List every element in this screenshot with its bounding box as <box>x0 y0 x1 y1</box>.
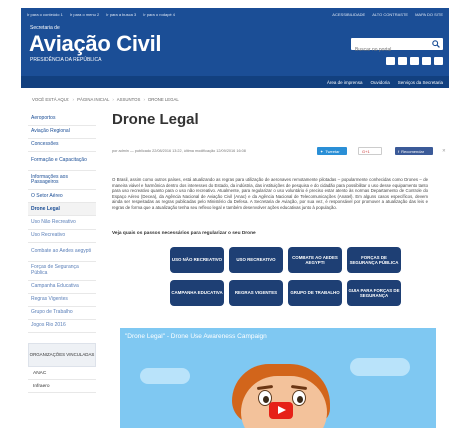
breadcrumb-label: VOCÊ ESTÁ AQUI: <box>32 97 70 102</box>
nav-services[interactable]: Serviços da Secretaria <box>398 80 443 85</box>
accessibility-link[interactable]: ACESSIBILIDADE <box>332 12 365 17</box>
sidebar-item-regional-aviation[interactable]: Aviação Regional <box>28 126 96 140</box>
intro-paragraph: O Brasil, assim como outros países, está… <box>112 177 428 210</box>
steps-heading: Veja quais os passos necessários para re… <box>112 231 256 236</box>
facebook-icon[interactable] <box>410 57 419 65</box>
play-button[interactable] <box>269 402 293 419</box>
tile-working-group[interactable]: GRUPO DE TRABALHO <box>288 280 342 306</box>
search-box <box>351 38 443 56</box>
sidebar-item-rio-2016[interactable]: Jogos Rio 2016 <box>28 320 96 334</box>
search-input[interactable] <box>351 44 423 56</box>
cloud-shape <box>350 358 410 376</box>
facebook-icon: f <box>398 148 400 154</box>
social-icons <box>386 57 443 65</box>
site-title[interactable]: Aviação Civil <box>29 32 162 56</box>
tile-rules[interactable]: REGRAS VIGENTES <box>229 280 283 306</box>
service-nav: Área de imprensa Ouvidoria Serviços da S… <box>21 76 449 88</box>
sidebar-item-training[interactable]: Formação e Capacitação <box>28 152 96 172</box>
sidebar-item-campaign[interactable]: Campanha Educativa <box>28 281 96 294</box>
page: Ir para o conteúdo 1 Ir para o menu 2 Ir… <box>0 0 464 433</box>
video-title[interactable]: "Drone Legal" - Drone Use Awareness Camp… <box>125 333 267 340</box>
sidebar-item-recreational[interactable]: Uso Recreativo <box>28 230 96 243</box>
breadcrumb-home[interactable]: PÁGINA INICIAL <box>77 97 109 102</box>
skip-to-menu-link[interactable]: Ir para o menu 2 <box>70 12 99 17</box>
video-player[interactable]: "Drone Legal" - Drone Use Awareness Camp… <box>120 328 436 428</box>
instagram-icon[interactable] <box>434 57 443 65</box>
sitemap-link[interactable]: MAPA DO SITE <box>415 12 443 17</box>
linked-orgs-heading: ORGANIZAÇÕES VINCULADAS <box>28 343 96 368</box>
high-contrast-link[interactable]: ALTO CONTRASTE <box>372 12 408 17</box>
sidebar-item-concessions[interactable]: Concessões <box>28 139 96 153</box>
search-icon[interactable] <box>432 40 440 48</box>
publish-meta: por admin — publicado 22/08/2016 13:22, … <box>112 149 246 153</box>
tile-security-forces[interactable]: FORÇAS DE SEGURANÇA PÚBLICA <box>347 247 401 273</box>
page-title: Drone Legal <box>112 111 199 128</box>
accessibility-bar: Ir para o conteúdo 1 Ir para o menu 2 Ir… <box>21 8 449 20</box>
org-link-anac[interactable]: ANAC <box>28 367 96 381</box>
nav-ombudsman[interactable]: Ouvidoria <box>370 80 389 85</box>
sidebar-item-airports[interactable]: Aeroportos <box>28 113 96 127</box>
breadcrumb-topics[interactable]: ASSUNTOS <box>117 97 141 102</box>
rss-icon[interactable] <box>386 57 395 65</box>
tile-recreational[interactable]: USO RECREATIVO <box>229 247 283 273</box>
cloud-shape <box>140 368 190 384</box>
sidebar-item-passenger-info[interactable]: Informações aos Passageiros <box>28 171 96 191</box>
skip-to-search-link[interactable]: Ir para a busca 3 <box>106 12 136 17</box>
sidebar-item-aedes[interactable]: Combate ao Aedes aegypti <box>28 243 96 262</box>
facebook-label: Recomendar <box>401 148 425 154</box>
steps-grid: USO NÃO RECREATIVO USO RECREATIVO COMBAT… <box>170 247 402 306</box>
tweet-button[interactable]: ✦ Tweetar <box>317 147 347 155</box>
breadcrumb: VOCÊ ESTÁ AQUI: › PÁGINA INICIAL › ASSUN… <box>32 97 179 102</box>
tile-campaign[interactable]: CAMPANHA EDUCATIVA <box>170 280 224 306</box>
breadcrumb-current: DRONE LEGAL <box>148 97 179 102</box>
sidebar-item-drone-legal[interactable]: Drone Legal <box>28 203 96 217</box>
sidebar-item-security-forces[interactable]: Forças de Segurança Pública <box>28 262 96 281</box>
sidebar: Aeroportos Aviação Regional Concessões F… <box>28 113 96 394</box>
skip-to-content-link[interactable]: Ir para o conteúdo 1 <box>27 12 63 17</box>
facebook-recommend-button[interactable]: f Recomendar <box>395 147 433 155</box>
gplus-label: G+1 <box>362 148 370 154</box>
nav-press-area[interactable]: Área de imprensa <box>327 80 363 85</box>
gplus-button[interactable]: G+1 <box>358 147 382 155</box>
site-header: Ir para o conteúdo 1 Ir para o menu 2 Ir… <box>21 8 449 88</box>
skip-to-footer-link[interactable]: Ir para o rodapé 4 <box>143 12 175 17</box>
site-subtitle: PRESIDÊNCIA DA REPÚBLICA <box>30 57 102 63</box>
sidebar-item-working-group[interactable]: Grupo de Trabalho <box>28 307 96 320</box>
character-eye <box>292 390 306 406</box>
tile-non-recreational[interactable]: USO NÃO RECREATIVO <box>170 247 224 273</box>
twitter-icon: ✦ <box>320 148 324 154</box>
sidebar-item-non-recreational[interactable]: Uso Não Recreativo <box>28 216 96 230</box>
share-more-icon[interactable]: ✕ <box>442 148 446 154</box>
main-content: Drone Legal por admin — publicado 22/08/… <box>112 111 447 306</box>
youtube-icon[interactable] <box>398 57 407 65</box>
sidebar-item-rules[interactable]: Regras Vigentes <box>28 294 96 307</box>
tile-aedes[interactable]: COMBATE AO AEDES AEGYPTI <box>288 247 342 273</box>
tile-security-guide[interactable]: GUIA PARA FORÇAS DE SEGURANÇA <box>347 280 401 306</box>
tweet-label: Tweetar <box>325 148 340 154</box>
flickr-icon[interactable] <box>422 57 431 65</box>
sidebar-item-air-sector[interactable]: O Setor Aéreo <box>28 190 96 204</box>
org-link-infraero[interactable]: Infraero <box>28 380 96 394</box>
